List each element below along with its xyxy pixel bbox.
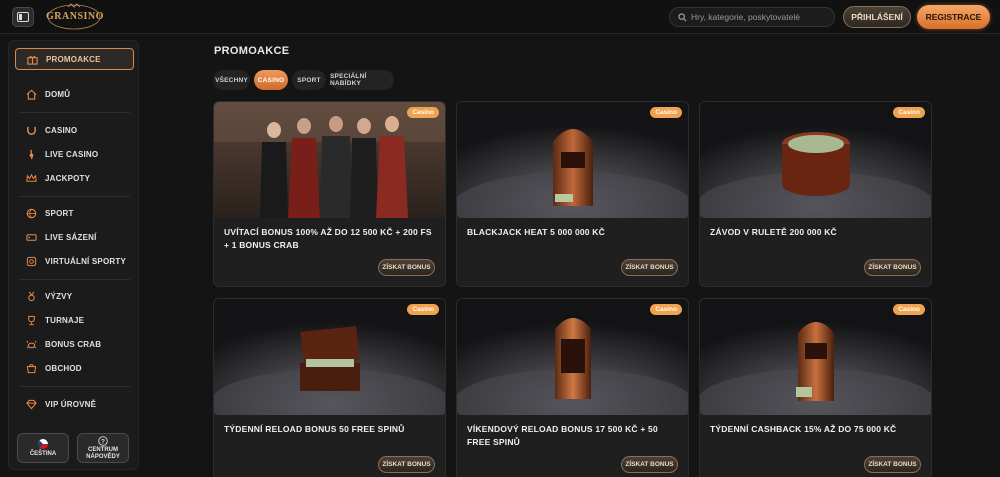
crown-icon (25, 172, 37, 184)
search-input[interactable] (691, 12, 831, 22)
promo-image-slot-machine (700, 299, 931, 415)
sidebar-item-label: TURNAJE (45, 315, 85, 325)
sidebar-divider (19, 196, 130, 197)
sidebar-item-label: VIRTUÁLNÍ SPORTY (45, 256, 126, 266)
claim-bonus-button[interactable]: ZÍSKAT BONUS (864, 456, 921, 473)
promo-image-slot-machine (457, 102, 688, 218)
language-button[interactable]: ČEŠTINA (17, 433, 69, 463)
sidebar-item-label: SPORT (45, 208, 74, 218)
tab-sport[interactable]: SPORT (292, 70, 326, 90)
sidebar-item-label: PROMOAKCE (46, 54, 101, 64)
ball-icon (25, 207, 37, 219)
sidebar-divider (19, 279, 130, 280)
sidebar-item-live-casino[interactable]: LIVE CASINO (15, 144, 134, 164)
tab-specialni-nabidky[interactable]: SPECIÁLNÍ NABÍDKY (330, 70, 394, 90)
sidebar-item-obchod[interactable]: OBCHOD (15, 358, 134, 378)
medal-icon (25, 290, 37, 302)
login-button[interactable]: PŘIHLÁŠENÍ (843, 6, 911, 28)
top-header: GRANSINO PŘIHLÁŠENÍ REGISTRACE (0, 0, 1000, 34)
promo-title: UVÍTACÍ BONUS 100% AŽ DO 12 500 KČ + 200… (224, 227, 432, 251)
sidebar-item-label: JACKPOTY (45, 173, 91, 183)
category-badge: Casino (407, 304, 439, 315)
sidebar: PROMOAKCE DOMŮ CASINO LIVE CASINO JACKPO… (8, 40, 139, 470)
help-center-button[interactable]: ? CENTRUM NÁPOVĚDY (77, 433, 129, 463)
promo-image-roulette (700, 102, 931, 218)
live-bet-icon (25, 231, 37, 243)
help-label-line1: CENTRUM (88, 446, 118, 453)
category-badge: Casino (407, 107, 439, 118)
category-badge: Casino (893, 107, 925, 118)
category-badge: Casino (893, 304, 925, 315)
czech-flag-icon (38, 438, 48, 449)
virtual-icon (25, 255, 37, 267)
promo-card[interactable]: Casino VÍKENDOVÝ RELOAD BONUS 17 500 KČ … (456, 298, 689, 477)
sidebar-item-virtualni-sporty[interactable]: VIRTUÁLNÍ SPORTY (15, 251, 134, 271)
diamond-icon (25, 398, 37, 410)
sidebar-divider (19, 386, 130, 387)
promo-title: BLACKJACK HEAT 5 000 000 KČ (467, 227, 605, 237)
sidebar-item-label: VIP ÚROVNĚ (45, 399, 97, 409)
trophy-icon (25, 314, 37, 326)
tab-casino[interactable]: CASINO (254, 70, 288, 90)
sidebar-item-promoakce[interactable]: PROMOAKCE (15, 48, 134, 70)
help-label-line2: NÁPOVĚDY (86, 453, 120, 460)
promo-title: ZÁVOD V RULETĚ 200 000 KČ (710, 227, 837, 237)
sidebar-item-jackpoty[interactable]: JACKPOTY (15, 168, 134, 188)
promo-image-treasure-chest (214, 299, 445, 415)
filter-tabs: VŠECHNY CASINO SPORT SPECIÁLNÍ NABÍDKY (213, 70, 398, 90)
claim-bonus-button[interactable]: ZÍSKAT BONUS (378, 259, 435, 276)
language-label: ČEŠTINA (29, 450, 57, 457)
promo-title: TÝDENNÍ CASHBACK 15% AŽ DO 75 000 KČ (710, 424, 897, 434)
promo-card[interactable]: Casino TÝDENNÍ RELOAD BONUS 50 FREE SPIN… (213, 298, 446, 477)
promo-image-characters (214, 102, 445, 218)
svg-text:?: ? (101, 438, 105, 445)
sidebar-item-domu[interactable]: DOMŮ (15, 84, 134, 104)
category-badge: Casino (650, 107, 682, 118)
category-badge: Casino (650, 304, 682, 315)
sidebar-item-bonus-crab[interactable]: BONUS CRAB (15, 334, 134, 354)
sidebar-item-turnaje[interactable]: TURNAJE (15, 310, 134, 330)
sidebar-item-label: VÝZVY (45, 291, 73, 301)
promo-title: VÍKENDOVÝ RELOAD BONUS 17 500 KČ + 50 FR… (467, 424, 658, 448)
sidebar-item-sport[interactable]: SPORT (15, 203, 134, 223)
logo-text: GRANSINO (46, 11, 104, 22)
promo-card[interactable]: Casino UVÍTACÍ BONUS 100% AŽ DO 12 500 K… (213, 101, 446, 287)
gift-icon (26, 53, 38, 65)
home-icon (25, 88, 37, 100)
claim-bonus-button[interactable]: ZÍSKAT BONUS (378, 456, 435, 473)
promo-title: TÝDENNÍ RELOAD BONUS 50 FREE SPINŮ (224, 424, 405, 434)
claim-bonus-button[interactable]: ZÍSKAT BONUS (864, 259, 921, 276)
promo-card[interactable]: Casino ZÁVOD V RULETĚ 200 000 KČ ZÍSKAT … (699, 101, 932, 287)
sidebar-item-casino[interactable]: CASINO (15, 120, 134, 140)
crab-icon (25, 338, 37, 350)
help-icon: ? (98, 435, 108, 446)
page-title: PROMOAKCE (214, 45, 290, 57)
sidebar-item-label: OBCHOD (45, 363, 82, 373)
search-bar[interactable] (669, 7, 835, 27)
sidebar-item-label: LIVE CASINO (45, 149, 99, 159)
horseshoe-icon (25, 124, 37, 136)
sidebar-item-label: DOMŮ (45, 89, 71, 99)
promo-card[interactable]: Casino TÝDENNÍ CASHBACK 15% AŽ DO 75 000… (699, 298, 932, 477)
sidebar-item-label: LIVE SÁZENÍ (45, 232, 97, 242)
register-button[interactable]: REGISTRACE (917, 5, 990, 29)
promo-card[interactable]: Casino BLACKJACK HEAT 5 000 000 KČ ZÍSKA… (456, 101, 689, 287)
tab-vsechny[interactable]: VŠECHNY (213, 70, 250, 90)
promo-image-slot-machine (457, 299, 688, 415)
sidebar-item-vyzvy[interactable]: VÝZVY (15, 286, 134, 306)
sidebar-item-vip-urovne[interactable]: VIP ÚROVNĚ (15, 394, 134, 414)
sidebar-divider (19, 112, 130, 113)
sidebar-item-label: BONUS CRAB (45, 339, 102, 349)
live-icon (25, 148, 37, 160)
search-icon (678, 12, 687, 21)
sidebar-toggle-button[interactable] (12, 7, 34, 27)
sidebar-item-live-sazeni[interactable]: LIVE SÁZENÍ (15, 227, 134, 247)
claim-bonus-button[interactable]: ZÍSKAT BONUS (621, 456, 678, 473)
claim-bonus-button[interactable]: ZÍSKAT BONUS (621, 259, 678, 276)
sidebar-panel-icon (17, 12, 29, 22)
sidebar-item-label: CASINO (45, 125, 78, 135)
site-logo[interactable]: GRANSINO (46, 3, 104, 31)
shop-icon (25, 362, 37, 374)
